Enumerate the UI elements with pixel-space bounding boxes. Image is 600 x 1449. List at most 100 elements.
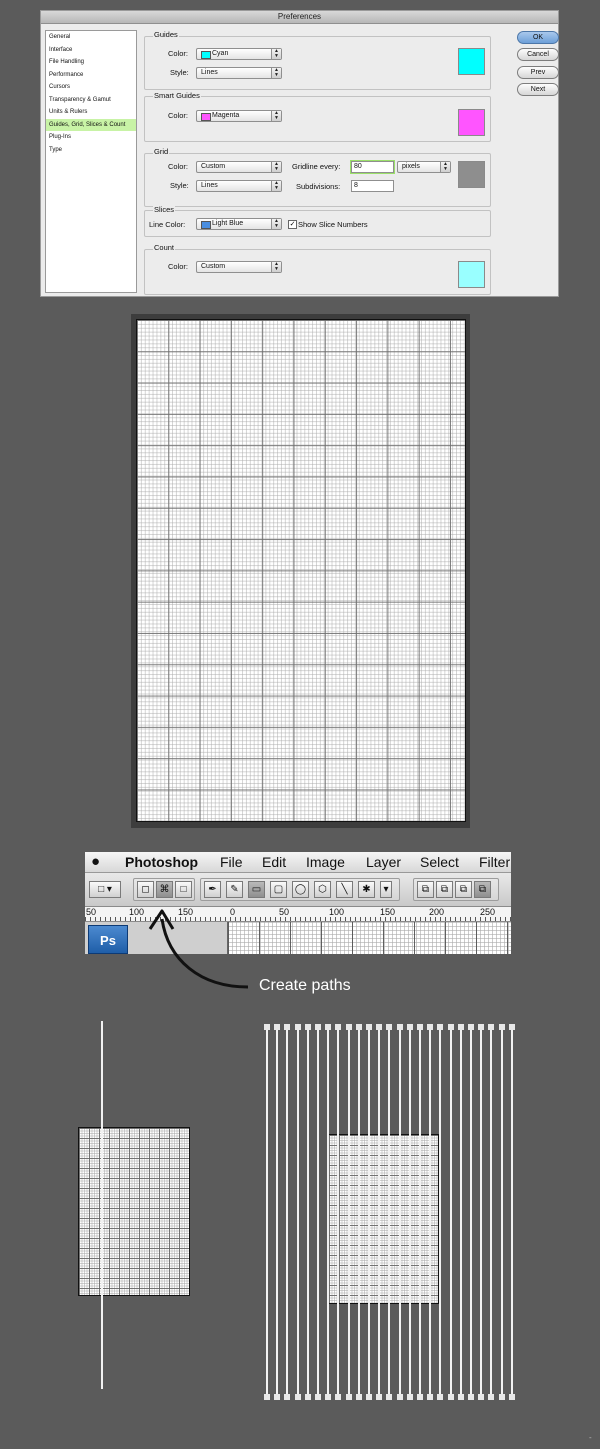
menu-select[interactable]: Select [420, 854, 459, 870]
guides-style-label: Style: [170, 68, 189, 77]
category-item[interactable]: File Handling [46, 56, 136, 69]
path-anchor-point [386, 1024, 392, 1030]
count-color-select[interactable]: Custom ▲ ▼ [196, 261, 282, 273]
path-anchor-point [427, 1394, 433, 1400]
ok-button[interactable]: OK [517, 31, 559, 44]
shape-layers-button[interactable]: ◻ [137, 881, 154, 898]
path-line [348, 1026, 350, 1398]
path-anchor-point [346, 1024, 352, 1030]
menu-photoshop[interactable]: Photoshop [125, 854, 198, 870]
path-line [399, 1026, 401, 1398]
path-anchor-point [427, 1024, 433, 1030]
guides-color-label: Color: [168, 49, 189, 58]
path-anchor-point [488, 1394, 494, 1400]
path-anchor-point [366, 1024, 372, 1030]
menu-layer[interactable]: Layer [366, 854, 401, 870]
custom-shape-icon[interactable]: ✱ [358, 881, 375, 898]
menu-file[interactable]: File [220, 854, 243, 870]
path-anchor-point [264, 1024, 270, 1030]
gridline-every-input[interactable]: 80 [350, 160, 395, 174]
subdivisions-label: Subdivisions: [296, 182, 341, 191]
path-anchor-point [397, 1024, 403, 1030]
path-anchor-point [468, 1024, 474, 1030]
count-color-value: Custom [201, 263, 226, 270]
paths-button[interactable]: ⌘ [156, 881, 173, 898]
rectangle-tool-icon[interactable]: ▭ [248, 881, 265, 898]
menu-edit[interactable]: Edit [262, 854, 286, 870]
stepper-arrows-icon: ▲ ▼ [271, 162, 281, 172]
path-anchor-point [499, 1394, 505, 1400]
ruler-label: 50 [86, 907, 97, 917]
menu-bar: ● Photoshop File Edit Image Layer Select… [85, 852, 511, 873]
photoshop-app-icon[interactable]: Ps [88, 925, 128, 954]
path-anchor-point [458, 1394, 464, 1400]
rounded-rectangle-icon[interactable]: ▢ [270, 881, 287, 898]
grid-color-select[interactable]: Custom ▲ ▼ [196, 161, 282, 173]
menu-image[interactable]: Image [306, 854, 345, 870]
polygon-tool-icon[interactable]: ⬡ [314, 881, 331, 898]
count-color-label: Color: [168, 262, 189, 271]
shape-dropdown-icon[interactable]: ▾ [380, 881, 392, 898]
path-line [266, 1026, 268, 1398]
category-item[interactable]: Transparency & Gamut [46, 94, 136, 107]
category-item[interactable]: Type [46, 144, 136, 157]
category-item[interactable]: General [46, 31, 136, 44]
line-tool-icon[interactable]: ╲ [336, 881, 353, 898]
next-button[interactable]: Next [517, 83, 559, 96]
path-anchor-point [448, 1394, 454, 1400]
pen-icon[interactable]: ✒ [204, 881, 221, 898]
grid-unit-select[interactable]: pixels ▲ ▼ [397, 161, 451, 173]
category-item[interactable]: Plug-Ins [46, 131, 136, 144]
grid-style-select[interactable]: Lines ▲ ▼ [196, 180, 282, 192]
cancel-button[interactable]: Cancel [517, 48, 559, 61]
path-line [490, 1026, 492, 1398]
path-line [276, 1026, 278, 1398]
category-list[interactable]: General Interface File Handling Performa… [45, 30, 137, 293]
smart-guides-title: Smart Guides [153, 91, 201, 100]
stepper-arrows-icon: ▲ ▼ [271, 219, 281, 229]
swatch-icon [201, 113, 211, 121]
category-item[interactable]: Units & Rulers [46, 106, 136, 119]
menu-filter[interactable]: Filter [479, 854, 510, 870]
smart-guides-color-swatch[interactable] [458, 109, 485, 136]
count-color-swatch[interactable] [458, 261, 485, 288]
apple-icon[interactable]: ● [91, 853, 100, 870]
fill-pixels-button[interactable]: □ [175, 881, 192, 898]
path-anchor-point [499, 1024, 505, 1030]
stepper-arrows-icon: ▲ ▼ [271, 49, 281, 59]
guides-color-swatch[interactable] [458, 48, 485, 75]
freeform-pen-icon[interactable]: ✎ [226, 881, 243, 898]
stepper-arrows-icon: ▲ ▼ [271, 68, 281, 78]
category-item-selected[interactable]: Guides, Grid, Slices & Count [46, 118, 136, 131]
smart-guides-color-select[interactable]: Magenta ▲ ▼ [196, 110, 282, 122]
path-anchor-point [366, 1394, 372, 1400]
swatch-icon [201, 221, 211, 229]
path-anchor-point [356, 1394, 362, 1400]
slices-line-color-value: Light Blue [212, 220, 244, 227]
stepper-arrows-icon: ▲ ▼ [271, 181, 281, 191]
path-anchor-point [478, 1024, 484, 1030]
guides-style-select[interactable]: Lines ▲ ▼ [196, 67, 282, 79]
path-anchor-point [468, 1394, 474, 1400]
category-item[interactable]: Cursors [46, 81, 136, 94]
path-anchor-point [407, 1394, 413, 1400]
corner-mark: - [589, 1433, 592, 1442]
path-line [439, 1026, 441, 1398]
guides-color-select[interactable]: Cyan ▲ ▼ [196, 48, 282, 60]
grid-color-swatch[interactable] [458, 161, 485, 188]
tool-preset-picker[interactable]: □ ▾ [89, 881, 121, 898]
category-item[interactable]: Interface [46, 44, 136, 57]
ellipse-tool-icon[interactable]: ◯ [292, 881, 309, 898]
show-slice-numbers-checkbox[interactable]: ✓ [288, 220, 297, 229]
subtract-path-icon[interactable]: ⧉ [436, 881, 453, 898]
path-line [470, 1026, 472, 1398]
add-path-icon[interactable]: ⧉ [417, 881, 434, 898]
slices-line-color-select[interactable]: Light Blue ▲ ▼ [196, 218, 282, 230]
path-line [480, 1026, 482, 1398]
subdivisions-input[interactable]: 8 [351, 180, 394, 192]
exclude-path-icon[interactable]: ⧉ [474, 881, 491, 898]
category-item[interactable]: Performance [46, 69, 136, 82]
intersect-path-icon[interactable]: ⧉ [455, 881, 472, 898]
path-line [460, 1026, 462, 1398]
prev-button[interactable]: Prev [517, 66, 559, 79]
